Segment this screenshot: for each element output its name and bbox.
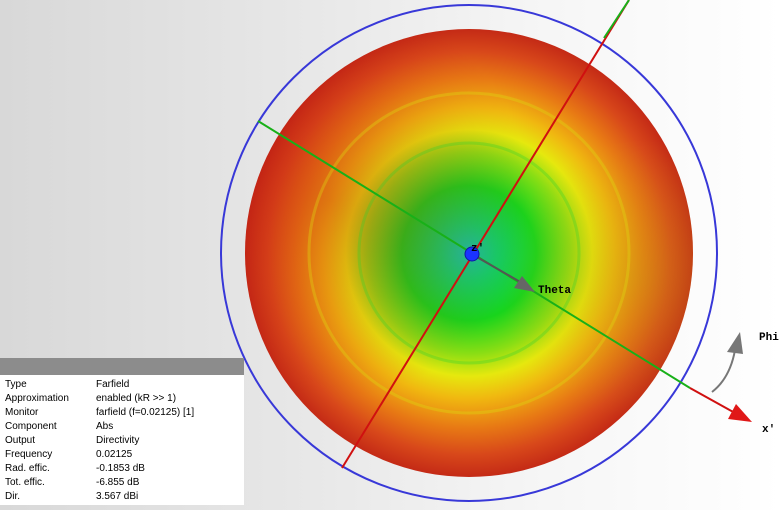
info-value: farfield (f=0.02125) [1] (96, 407, 195, 418)
info-value: -0.1853 dB (96, 463, 145, 474)
info-row-output: Output Directivity (5, 434, 194, 448)
info-value: Farfield (96, 379, 130, 390)
result-info-panel: Type Farfield Approximation enabled (kR … (0, 358, 244, 505)
info-key: Frequency (5, 449, 53, 460)
info-row-monitor: Monitor farfield (f=0.02125) [1] (5, 406, 194, 420)
info-row-rad-effic: Rad. effic. -0.1853 dB (5, 462, 194, 476)
info-key: Dir. (5, 491, 20, 502)
x-axis-label: x' (762, 424, 776, 436)
green-axis-top (603, 0, 630, 39)
phi-label: Phi (759, 332, 779, 344)
theta-label: Theta (538, 285, 572, 297)
phi-arrow-arc (711, 349, 736, 393)
info-panel-header (0, 358, 244, 375)
info-row-frequency: Frequency 0.02125 (5, 448, 194, 462)
info-value: -6.855 dB (96, 477, 140, 488)
info-table: Type Farfield Approximation enabled (kR … (5, 378, 194, 504)
phi-arrow-head (727, 332, 743, 354)
info-row-tot-effic: Tot. effic. -6.855 dB (5, 476, 194, 490)
info-key: Monitor (5, 407, 39, 418)
info-value: enabled (kR >> 1) (96, 393, 177, 404)
info-key: Component (5, 421, 57, 432)
info-key: Type (5, 379, 27, 390)
info-row-approximation: Approximation enabled (kR >> 1) (5, 392, 194, 406)
x-axis-arrow-head (728, 404, 752, 422)
info-value: Directivity (96, 435, 140, 446)
info-row-type: Type Farfield (5, 378, 194, 392)
info-row-component: Component Abs (5, 420, 194, 434)
z-axis-label: z' (471, 243, 485, 255)
info-key: Output (5, 435, 36, 446)
info-value: Abs (96, 421, 114, 432)
info-key: Tot. effic. (5, 477, 45, 488)
info-key: Rad. effic. (5, 463, 50, 474)
info-value: 3.567 dBi (96, 491, 139, 502)
info-value: 0.02125 (96, 449, 133, 460)
info-key: Approximation (5, 393, 69, 404)
info-row-dir: Dir. 3.567 dBi (5, 490, 194, 504)
